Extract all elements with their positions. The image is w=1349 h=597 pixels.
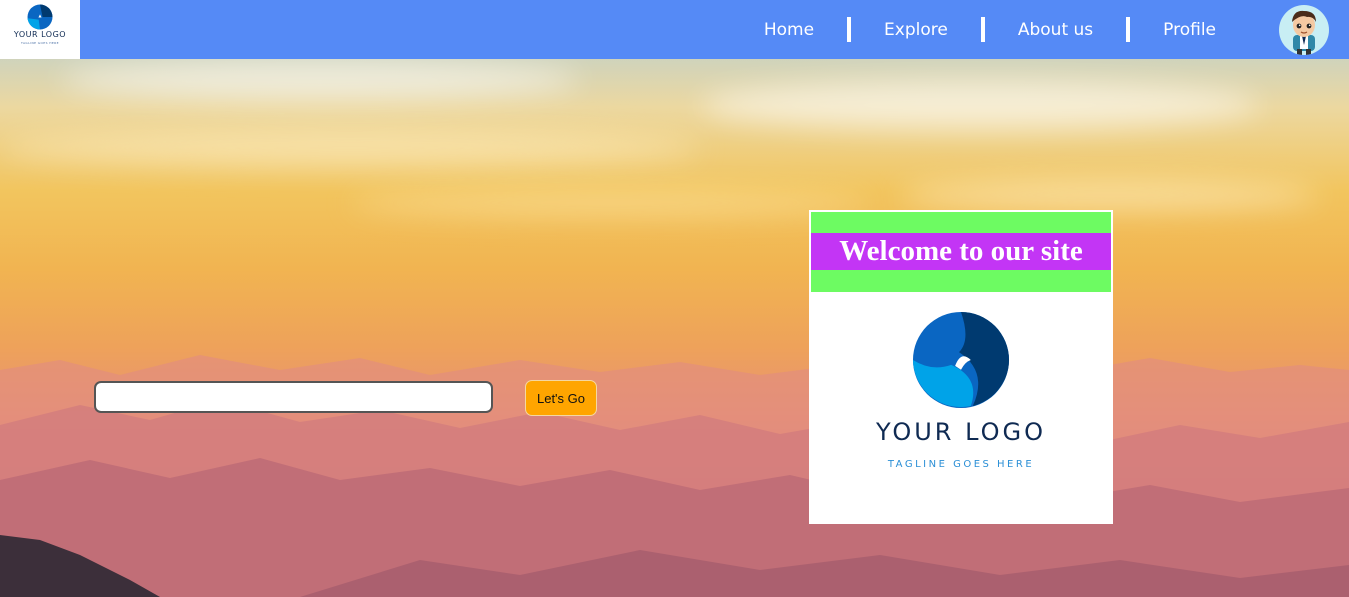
- search-input[interactable]: [94, 381, 493, 413]
- profile-avatar[interactable]: [1279, 5, 1329, 55]
- cloud-streak: [350, 190, 870, 216]
- cloud-streak: [900, 180, 1320, 210]
- cloud-streak: [60, 60, 580, 100]
- welcome-card: Welcome to our site YOUR LOGO TAGLINE GO…: [809, 210, 1113, 524]
- site-logo[interactable]: YOUR LOGO TAGLINE GOES HERE: [0, 0, 80, 59]
- logo-text: YOUR LOGO: [13, 30, 67, 39]
- welcome-title: Welcome to our site: [811, 233, 1111, 270]
- page: YOUR LOGO TAGLINE GOES HERE Home Explore…: [0, 0, 1349, 597]
- logo-mark-icon: [912, 311, 1010, 409]
- nav-links: Home Explore About us Profile: [731, 0, 1249, 59]
- logo-tagline: TAGLINE GOES HERE: [21, 41, 59, 45]
- card-logo-text: YOUR LOGO: [875, 418, 1046, 446]
- nav-link-home[interactable]: Home: [731, 20, 847, 40]
- top-navbar: YOUR LOGO TAGLINE GOES HERE Home Explore…: [0, 0, 1349, 59]
- card-logo-tagline: TAGLINE GOES HERE: [887, 459, 1035, 470]
- lets-go-button[interactable]: Let's Go: [525, 380, 597, 416]
- nav-link-about-us[interactable]: About us: [985, 20, 1126, 40]
- cloud-streak: [0, 130, 700, 166]
- mountains-background: [0, 355, 1349, 597]
- nav-link-profile[interactable]: Profile: [1130, 20, 1249, 40]
- nav-link-explore[interactable]: Explore: [851, 20, 981, 40]
- cloud-streak: [700, 80, 1260, 130]
- cartoon-boy-avatar-icon: [1292, 10, 1316, 55]
- welcome-banner: Welcome to our site: [811, 212, 1111, 292]
- logo-mark-icon: [27, 4, 53, 30]
